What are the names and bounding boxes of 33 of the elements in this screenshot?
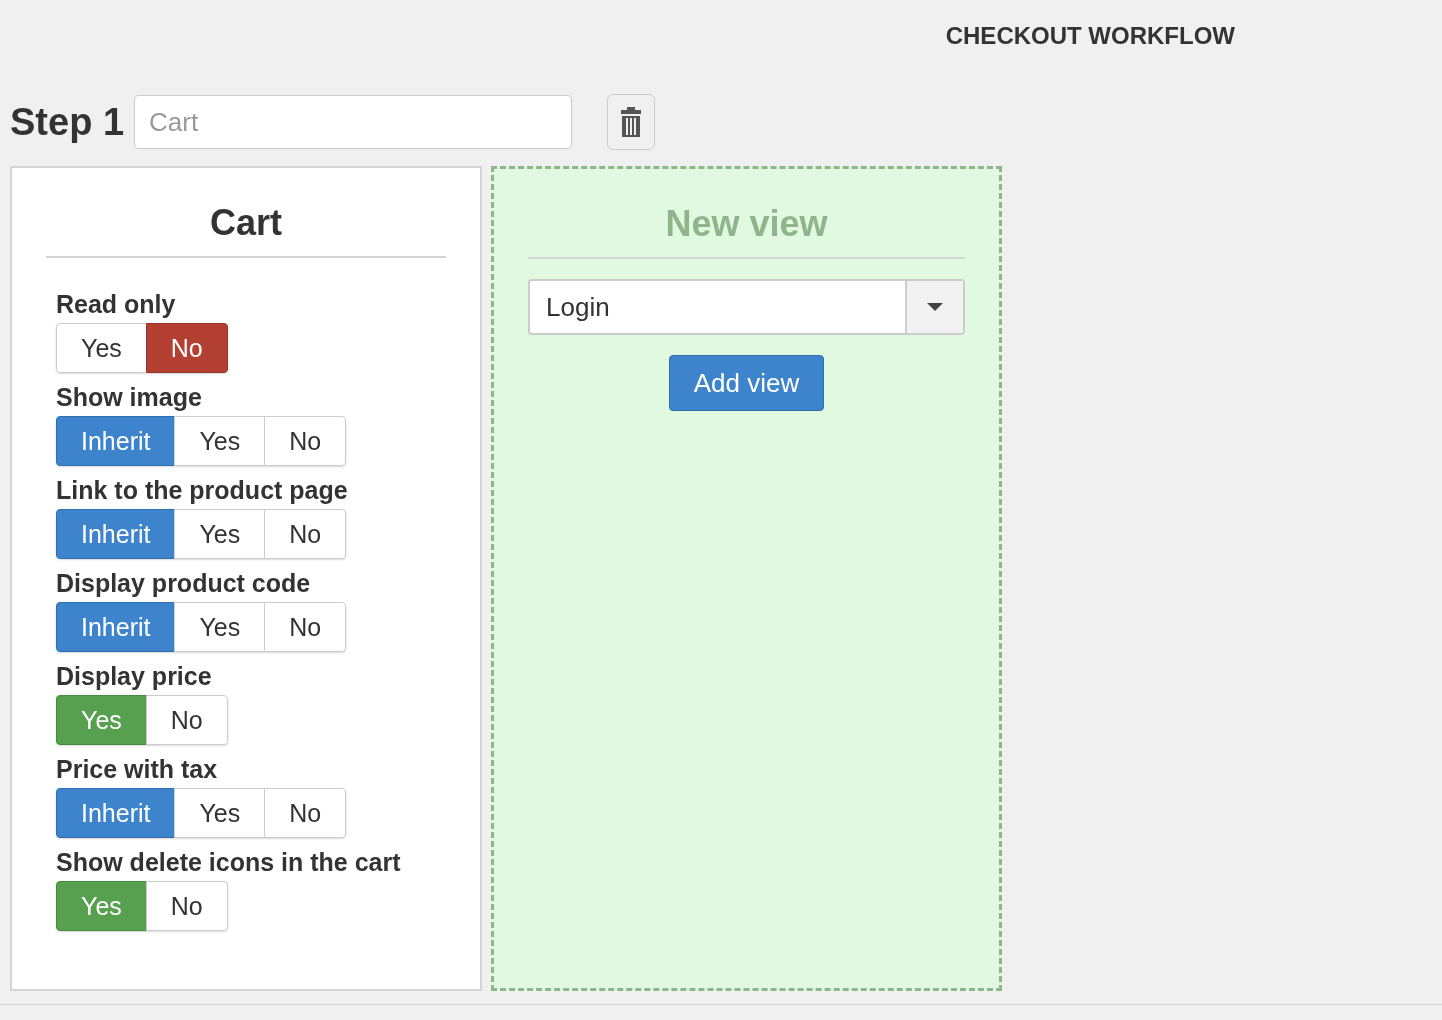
step-name-field[interactable]: Cart: [134, 95, 573, 149]
toggle-option[interactable]: No: [264, 602, 347, 652]
toggle-option[interactable]: No: [264, 416, 347, 466]
add-view-button[interactable]: Add view: [668, 355, 825, 411]
toggle-option[interactable]: Yes: [174, 788, 266, 838]
toggle-option[interactable]: No: [264, 788, 347, 838]
caret-icon: [927, 303, 943, 311]
toggle-option[interactable]: Yes: [174, 602, 266, 652]
toggle-option[interactable]: Inherit: [56, 602, 176, 652]
delete-button[interactable]: [607, 94, 656, 150]
setting-label: Display product code: [56, 569, 312, 598]
panel-title: New view: [528, 169, 965, 259]
toggle-option[interactable]: Inherit: [56, 788, 176, 838]
toggle-option[interactable]: Yes: [174, 509, 266, 559]
toggle-option[interactable]: No: [145, 323, 228, 373]
toggle-option[interactable]: Yes: [56, 323, 147, 373]
view-select[interactable]: Login: [528, 279, 965, 335]
setting-label: Read only: [56, 290, 177, 319]
page-title: CHECKOUT WORKFLOW: [945, 22, 1235, 51]
toggle-option[interactable]: No: [145, 881, 228, 931]
setting-label: Price with tax: [56, 755, 219, 784]
toggle-option[interactable]: Inherit: [56, 509, 176, 559]
toggle-option[interactable]: No: [264, 509, 347, 559]
setting-label: Display price: [56, 662, 213, 691]
panel-title: Cart: [46, 168, 446, 258]
toggle-option[interactable]: Yes: [174, 416, 266, 466]
step-label: Step 1: [10, 100, 125, 144]
toggle-option[interactable]: No: [145, 695, 228, 745]
setting-label: Link to the product page: [56, 476, 349, 505]
setting-label: Show image: [56, 383, 203, 412]
toggle-option[interactable]: Inherit: [56, 416, 176, 466]
trash-icon: [620, 106, 643, 138]
setting-label: Show delete icons in the cart: [56, 848, 402, 877]
